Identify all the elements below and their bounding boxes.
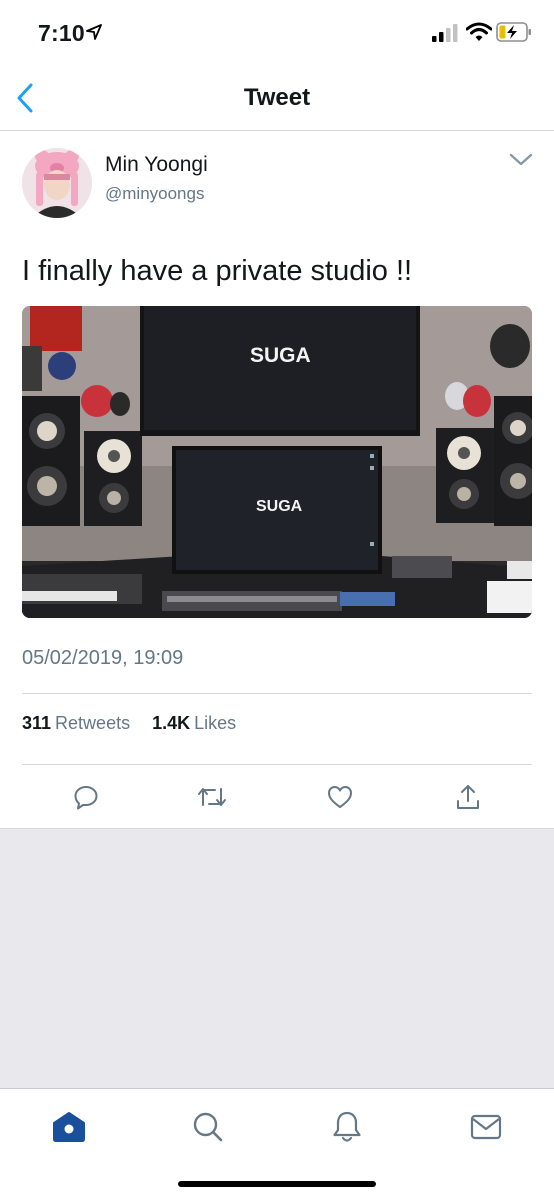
like-button[interactable] <box>325 782 355 812</box>
tweet-media-image[interactable]: SUGA SUGA <box>22 306 532 618</box>
divider <box>22 693 532 694</box>
tab-bar <box>0 1088 554 1201</box>
retweet-icon <box>198 788 226 806</box>
like-icon <box>328 786 352 808</box>
status-time: 7:10 <box>38 20 85 46</box>
author-name[interactable]: Min Yoongi <box>105 153 208 177</box>
status-bar: 7:10 <box>0 0 554 66</box>
likes-stat[interactable]: 1.4K Likes <box>152 713 236 733</box>
engagement-stats: 311 Retweets 1.4K Likes <box>22 713 236 734</box>
empty-background <box>0 829 554 1088</box>
tab-search[interactable] <box>190 1109 226 1145</box>
chevron-down-icon <box>509 153 533 166</box>
tab-home[interactable] <box>51 1109 87 1145</box>
battery-charging-icon <box>496 22 532 47</box>
divider <box>22 764 532 765</box>
reply-button[interactable] <box>71 782 101 812</box>
reply-icon <box>74 786 98 810</box>
likes-label: Likes <box>194 713 237 733</box>
home-icon <box>53 1112 85 1142</box>
likes-count: 1.4K <box>152 713 191 733</box>
share-icon <box>457 785 479 809</box>
tweet-text: I finally have a private studio !! <box>22 255 413 287</box>
notifications-icon <box>333 1111 361 1142</box>
avatar[interactable] <box>22 148 92 218</box>
tweet-detail: Min Yoongi @minyoongs I finally have a p… <box>0 131 554 829</box>
messages-icon <box>470 1114 502 1140</box>
retweet-button[interactable] <box>197 782 227 812</box>
home-indicator[interactable] <box>178 1181 376 1187</box>
location-arrow-icon <box>86 24 102 45</box>
retweets-count: 311 <box>22 713 52 733</box>
tweet-timestamp: 05/02/2019, 19:09 <box>22 647 184 669</box>
retweets-stat[interactable]: 311 Retweets <box>22 713 135 733</box>
cellular-signal-icon <box>432 24 460 47</box>
page-title: Tweet <box>243 84 311 111</box>
more-options-button[interactable] <box>506 149 536 171</box>
wifi-icon <box>465 22 493 47</box>
media-top-screen-text: SUGA <box>250 344 311 367</box>
nav-bar: Tweet <box>0 66 554 131</box>
tab-notifications[interactable] <box>329 1109 365 1145</box>
search-icon <box>193 1112 223 1142</box>
tab-messages[interactable] <box>468 1109 504 1145</box>
retweets-label: Retweets <box>55 713 131 733</box>
share-button[interactable] <box>453 782 483 812</box>
media-bottom-screen-text: SUGA <box>256 498 303 515</box>
author-handle[interactable]: @minyoongs <box>105 184 204 204</box>
